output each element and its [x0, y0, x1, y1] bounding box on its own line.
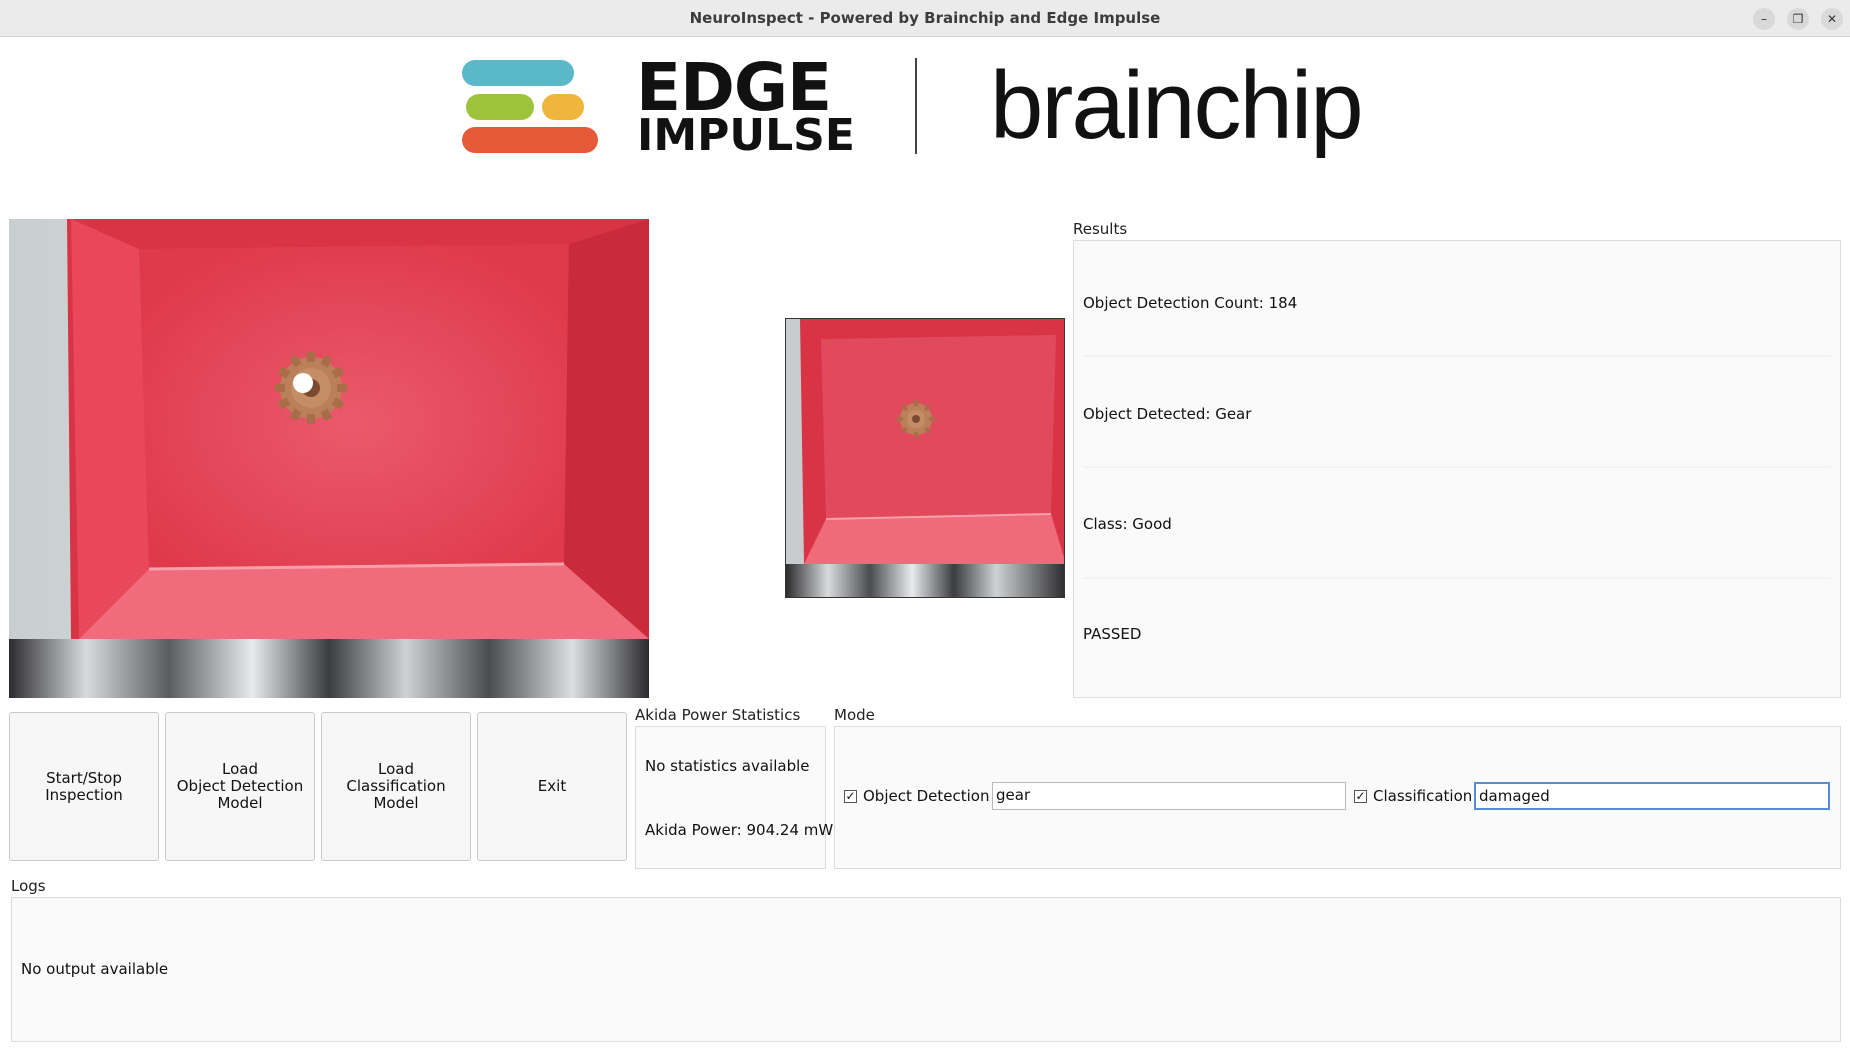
logo-bar-yellow [542, 94, 584, 120]
classification-class-input[interactable]: damaged [1474, 782, 1830, 810]
start-stop-inspection-button[interactable]: Start/Stop Inspection [9, 712, 159, 861]
object-detection-class-input[interactable]: gear [992, 782, 1346, 810]
results-label: Results [1073, 220, 1128, 238]
mode-label: Mode [834, 706, 875, 724]
object-detection-class-value: gear [996, 786, 1031, 804]
logs-panel[interactable] [11, 897, 1841, 1042]
classification-checkbox[interactable]: ✓ [1354, 790, 1367, 803]
logo-divider [915, 58, 917, 154]
classification-class-value: damaged [1479, 787, 1550, 805]
results-divider [1083, 577, 1831, 579]
logo-bar-teal [462, 60, 574, 86]
logs-label: Logs [11, 877, 46, 895]
classification-label: Classification [1373, 787, 1473, 805]
logs-output: No output available [21, 960, 169, 978]
load-object-detection-model-button[interactable]: Load Object Detection Model [165, 712, 315, 861]
object-detected: Object Detected: Gear [1083, 405, 1252, 423]
logo-bar-green [466, 94, 534, 120]
akida-power-value: Akida Power: 904.24 mW [645, 821, 834, 839]
minimize-icon[interactable]: – [1753, 8, 1775, 30]
object-detection-checkbox[interactable]: ✓ [844, 790, 857, 803]
power-stats-text: No statistics available [645, 757, 810, 775]
results-divider [1083, 355, 1831, 357]
restore-icon[interactable]: ❐ [1787, 8, 1809, 30]
window-title: NeuroInspect - Powered by Brainchip and … [689, 9, 1161, 27]
classification-result: Class: Good [1083, 515, 1172, 533]
power-stats-panel [635, 726, 826, 869]
detection-preview [785, 318, 1065, 598]
logo-bar-orange [462, 127, 598, 153]
inspection-verdict: PASSED [1083, 625, 1142, 643]
object-detection-label: Object Detection [863, 787, 990, 805]
results-divider [1083, 466, 1831, 468]
camera-feed [9, 219, 649, 698]
detection-count: Object Detection Count: 184 [1083, 294, 1298, 312]
power-stats-label: Akida Power Statistics [635, 706, 801, 724]
exit-button[interactable]: Exit [477, 712, 627, 861]
brainchip-logo: brainchip [990, 52, 1364, 159]
close-icon[interactable]: ✕ [1821, 8, 1843, 30]
edge-impulse-wordmark-line2: IMPULSE [637, 110, 855, 161]
load-classification-model-button[interactable]: Load Classification Model [321, 712, 471, 861]
